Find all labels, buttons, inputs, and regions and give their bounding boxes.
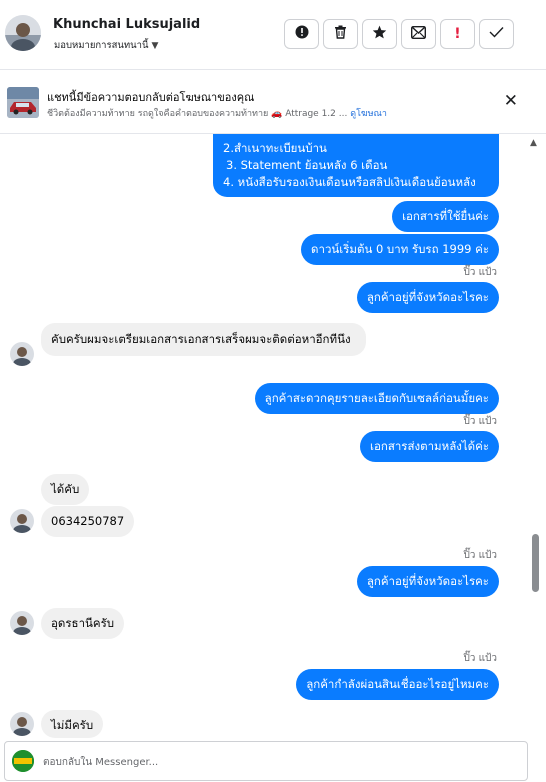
exclamation-icon: ! [454,26,461,42]
message-bubble-incoming[interactable]: 0634250787 [41,506,135,537]
sender-label: ปิ๊ว แป้ว [463,550,497,561]
message-bubble-outgoing[interactable]: ลูกค้าสะดวกคุยรายละเอียดกับเซลล์ก่อนมั้ย… [254,383,499,414]
mark-done-button[interactable] [479,19,514,49]
star-button[interactable] [362,19,397,49]
scroll-up-arrow-icon[interactable]: ▲ [530,138,537,148]
customer-avatar-small [10,611,34,635]
messenger-conversation-panel: Khunchai Luksujalid มอบหมายการสนทนานี้ ▼ [0,0,546,782]
mail-icon [410,25,427,43]
reply-composer[interactable]: ตอบกลับใน Messenger... [4,741,528,781]
message-bubble-outgoing[interactable]: เอกสารส่งตามหลังได้ค่ะ [360,431,499,462]
mark-unread-button[interactable] [401,19,436,49]
scrollbar-thumb[interactable] [532,534,539,592]
customer-avatar-small [10,509,34,533]
message-bubble-incoming[interactable]: คับครับผมจะเตรียมเอกสารเอกสารเสร็จผมจะติ… [41,323,366,356]
message-line: 3. Statement ย้อนหลัง 6 เดือน [226,158,388,172]
message-bubble-outgoing[interactable]: ลูกค้ากำลังผ่อนสินเชื่ออะไรอยู่ไหมคะ [296,669,499,700]
customer-avatar[interactable] [5,15,41,51]
message-bubble-incoming[interactable]: ไม่มีครับ [41,710,104,738]
sender-label: ปิ๊ว แป้ว [463,653,497,664]
customer-avatar-small [10,712,34,736]
ad-reply-banner: แชทนี้มีข้อความตอบกลับต่อโฆษณาของคุณ ชีว… [0,71,546,134]
trash-icon [334,25,347,43]
ad-description: ชีวิตต้องมีความท้าทาย รถดูใจคือคำตอบของค… [47,109,348,119]
message-line: 2.สำเนาทะเบียนบ้าน [223,141,327,155]
caret-down-icon: ▼ [151,40,159,51]
conversation-actions: ! [284,19,514,49]
message-bubble-incoming[interactable]: อุดรธานีครับ [41,608,125,639]
sender-label: ปิ๊ว แป้ว [463,416,497,427]
page-avatar [12,750,34,772]
message-bubble-outgoing[interactable]: ลูกค้าอยู่ที่จังหวัดอะไรคะ [356,566,499,597]
message-scrollbar[interactable]: ▲ [524,134,546,740]
close-icon[interactable]: ✕ [504,91,518,111]
check-icon [489,26,504,42]
view-ad-link[interactable]: ดูโฆษณา [350,109,387,119]
message-bubble-outgoing[interactable]: เอกสารที่ใช้ยื่นค่ะ [392,201,499,232]
message-bubble-outgoing[interactable]: ดาวน์เริ่มต้น 0 บาท รับรถ 1999 ค่ะ [301,234,499,265]
assign-conversation-dropdown[interactable]: มอบหมายการสนทนานี้ ▼ [54,38,158,53]
message-line: 4. หนังสือรับรองเงินเดือนหรือสลิปเงินเดื… [223,175,476,189]
mark-spam-button[interactable]: ! [440,19,475,49]
reply-input-placeholder: ตอบกลับใน Messenger... [43,757,159,768]
sender-label: ปิ๊ว แป้ว [463,267,497,278]
star-icon [372,25,387,43]
ad-thumbnail[interactable] [7,87,39,118]
ad-banner-subtitle: ชีวิตต้องมีความท้าทาย รถดูใจคือคำตอบของค… [47,106,387,120]
message-bubble-outgoing[interactable]: ลูกค้าอยู่ที่จังหวัดอะไรคะ [356,282,499,313]
info-icon [295,25,309,43]
conversation-header: Khunchai Luksujalid มอบหมายการสนทนานี้ ▼ [0,0,546,70]
customer-name[interactable]: Khunchai Luksujalid [53,17,200,32]
ad-banner-title: แชทนี้มีข้อความตอบกลับต่อโฆษณาของคุณ [47,91,255,104]
assign-label: มอบหมายการสนทนานี้ [54,40,149,51]
customer-avatar-small [10,342,34,366]
info-button[interactable] [284,19,319,49]
delete-button[interactable] [323,19,358,49]
message-bubble-incoming[interactable]: ได้คับ [41,474,90,505]
